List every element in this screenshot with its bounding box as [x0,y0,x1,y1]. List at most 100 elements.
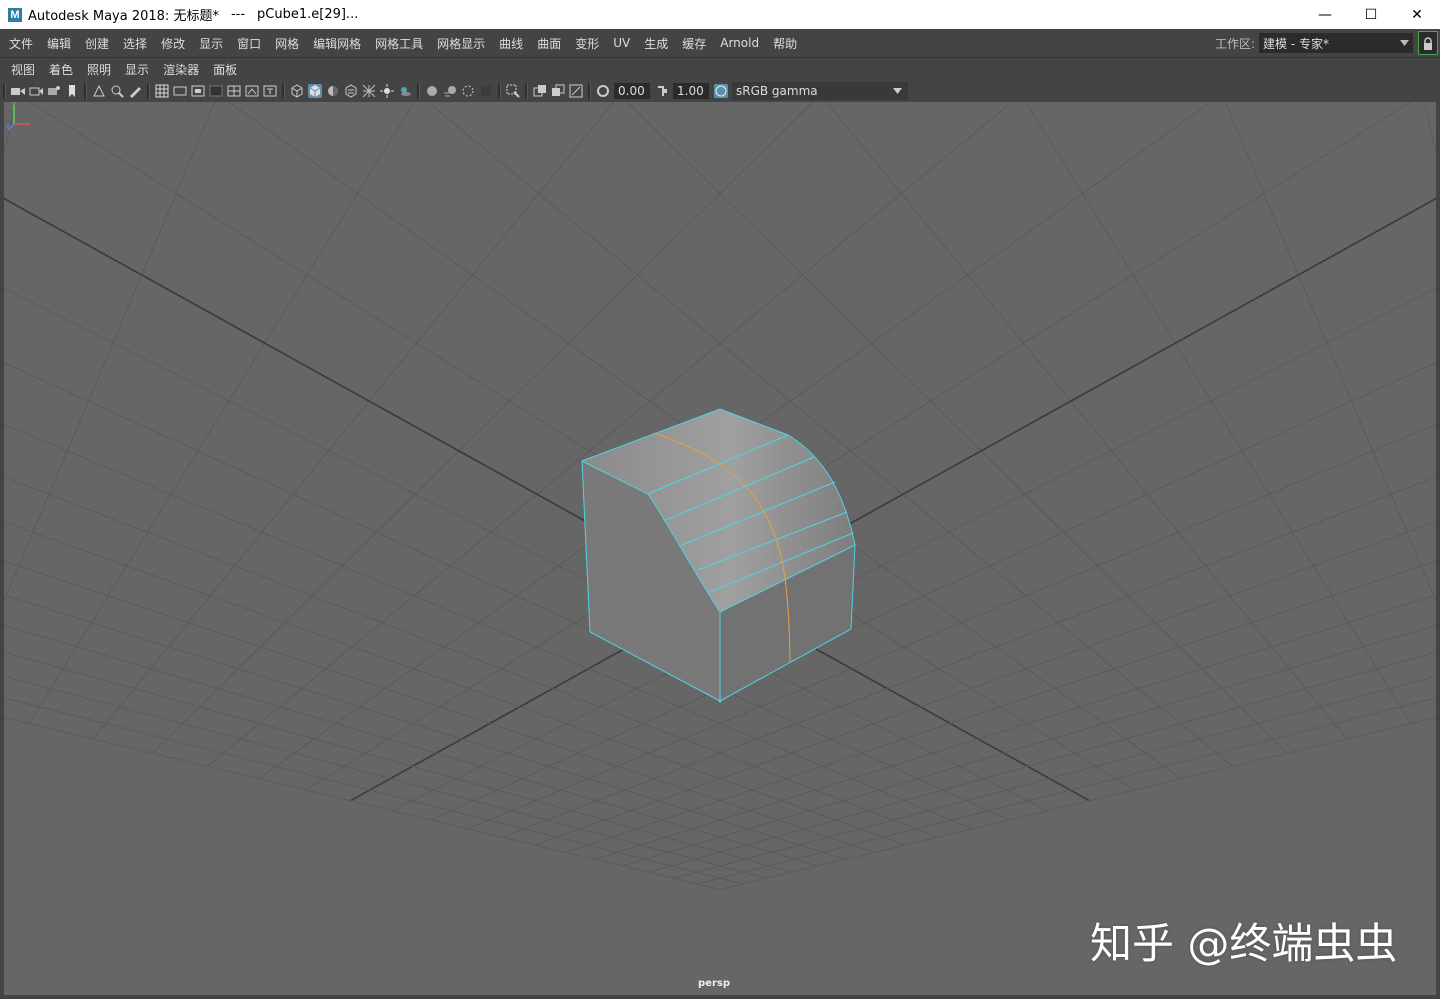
maximize-button[interactable]: ☐ [1348,0,1394,29]
exposure-field[interactable]: 0.00 [614,83,650,99]
isolate-select-icon[interactable] [506,84,520,98]
menu-deform[interactable]: 变形 [568,35,606,52]
gamma-icon[interactable] [655,84,669,98]
menu-edit[interactable]: 编辑 [40,35,78,52]
toolbar-separator [147,83,150,99]
toolbar-separator [498,83,501,99]
toolbar-separator [525,83,528,99]
default-material-icon[interactable] [326,84,340,98]
menu-mesh-display[interactable]: 网格显示 [430,35,492,52]
shadows-icon[interactable] [398,84,412,98]
cube-vertex [719,700,722,703]
toolbar-separator [3,83,6,99]
safe-action-icon[interactable] [245,84,259,98]
lock-icon [1423,37,1433,50]
color-management-icon[interactable] [714,84,728,98]
wireframe-icon[interactable] [290,84,304,98]
gate-mask-icon[interactable] [209,84,223,98]
image-plane-icon[interactable] [92,84,106,98]
film-gate-icon[interactable] [173,84,187,98]
toolbar-separator [282,83,285,99]
pcube1-mesh[interactable] [582,409,855,703]
menu-surfaces[interactable]: 曲面 [530,35,568,52]
workspace-dropdown[interactable]: 建模 - 专家* [1259,33,1413,53]
textured-icon[interactable] [344,84,358,98]
watermark-text: 知乎 @终端虫虫 [1090,910,1397,971]
menu-cache[interactable]: 缓存 [675,35,713,52]
window-controls: — ☐ ✕ [1302,0,1440,29]
panel-menu-shading[interactable]: 着色 [42,61,80,78]
view-axis-gizmo: y z [4,102,34,134]
menu-generate[interactable]: 生成 [637,35,675,52]
menu-uv[interactable]: UV [606,36,637,50]
xray-joints-icon[interactable] [533,84,547,98]
maya-logo-icon: M [8,8,22,22]
menu-display[interactable]: 显示 [192,35,230,52]
viewport-scene [4,102,1436,995]
menu-mesh[interactable]: 网格 [268,35,306,52]
menu-select[interactable]: 选择 [116,35,154,52]
resolution-gate-icon[interactable] [191,84,205,98]
viewport-frame-bottom [0,995,1440,999]
workspace-lock-button[interactable] [1418,31,1438,55]
toolbar-separator [417,83,420,99]
toolbar-separator [84,83,87,99]
view-transform-value: sRGB gamma [736,84,818,98]
menu-windows[interactable]: 窗口 [230,35,268,52]
grease-pencil-icon[interactable] [128,84,142,98]
view-transform-dropdown[interactable]: sRGB gamma [732,82,908,100]
select-camera-icon[interactable] [11,84,25,98]
svg-text:z: z [6,122,10,130]
svg-text:y: y [12,102,16,108]
gamma-field[interactable]: 1.00 [673,83,709,99]
panel-menu-bar: 视图 着色 照明 显示 渲染器 面板 [0,58,1440,80]
window-title-bar: M Autodesk Maya 2018: 无标题* --- pCube1.e[… [0,0,1440,29]
chevron-down-icon [1400,40,1409,46]
field-chart-icon[interactable] [227,84,241,98]
menu-edit-mesh[interactable]: 编辑网格 [306,35,368,52]
menu-modify[interactable]: 修改 [154,35,192,52]
panel-menu-show[interactable]: 显示 [118,61,156,78]
menu-arnold[interactable]: Arnold [713,36,766,50]
motion-blur-icon[interactable] [443,84,457,98]
xray-active-icon[interactable] [551,84,565,98]
workspace-area: 工作区: 建模 - 专家* [1215,29,1440,57]
camera-attributes-icon[interactable] [29,84,43,98]
panel-toolbar: 0.00 1.00 sRGB gamma [0,80,1440,102]
menu-curves[interactable]: 曲线 [492,35,530,52]
multisample-aa-icon[interactable] [461,84,475,98]
window-title: Autodesk Maya 2018: 无标题* [28,5,219,24]
close-button[interactable]: ✕ [1394,0,1440,29]
panel-menu-view[interactable]: 视图 [0,61,42,78]
panel-menu-lighting[interactable]: 照明 [80,61,118,78]
menu-create[interactable]: 创建 [78,35,116,52]
depth-of-field-icon[interactable] [479,84,493,98]
selection-label: pCube1.e[29]... [257,7,358,22]
chevron-down-icon [893,88,902,94]
menu-help[interactable]: 帮助 [766,35,804,52]
camera-name-label: persp [698,978,730,989]
xray-icon[interactable] [362,84,376,98]
backface-culling-icon[interactable] [569,84,583,98]
menu-file[interactable]: 文件 [0,35,40,52]
menu-mesh-tools[interactable]: 网格工具 [368,35,430,52]
safe-title-icon[interactable] [263,84,277,98]
screen-space-ao-icon[interactable] [425,84,439,98]
grid-toggle-icon[interactable] [155,84,169,98]
workspace-label: 工作区: [1215,35,1255,52]
workspace-value: 建模 - 专家* [1263,35,1329,52]
use-all-lights-icon[interactable] [380,84,394,98]
viewport-frame-left [0,102,4,999]
exposure-icon[interactable] [596,84,610,98]
viewport-frame-right [1436,102,1440,999]
title-separator: --- [231,7,245,22]
2d-pan-zoom-icon[interactable] [110,84,124,98]
bookmark-icon[interactable] [65,84,79,98]
perspective-viewport[interactable]: y z persp [4,102,1436,995]
bookmark-camera-icon[interactable] [47,84,61,98]
panel-menu-panels[interactable]: 面板 [206,61,244,78]
panel-menu-renderer[interactable]: 渲染器 [156,61,206,78]
minimize-button[interactable]: — [1302,0,1348,29]
toolbar-separator [588,83,591,99]
smooth-shade-icon[interactable] [308,84,322,98]
